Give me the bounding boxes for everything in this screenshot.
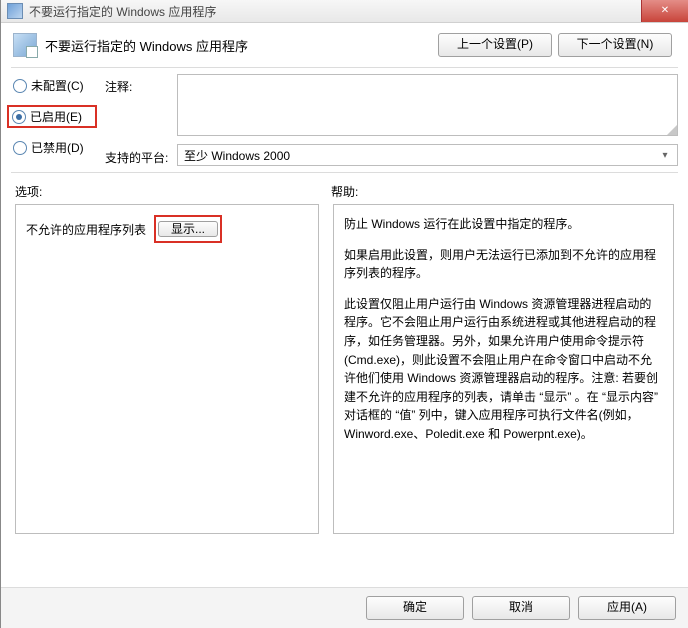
comment-textarea[interactable] (177, 74, 678, 136)
show-button[interactable]: 显示... (158, 221, 218, 237)
platform-row: 支持的平台: 至少 Windows 2000 ▾ (105, 144, 678, 166)
section-labels: 选项: 帮助: (1, 173, 688, 204)
config-block: 未配置(C) 已启用(E) 已禁用(D) 注释: 支持的平台: 至少 Windo… (1, 68, 688, 172)
platform-select[interactable]: 至少 Windows 2000 ▾ (177, 144, 678, 166)
comment-label: 注释: (105, 74, 169, 95)
window-close-button[interactable]: ✕ (641, 0, 688, 22)
radio-label: 未配置(C) (31, 77, 84, 94)
ok-button[interactable]: 确定 (366, 596, 464, 620)
policy-title: 不要运行指定的 Windows 应用程序 (45, 36, 430, 55)
policy-icon (13, 33, 37, 57)
radio-disabled[interactable]: 已禁用(D) (11, 138, 97, 157)
options-line: 不允许的应用程序列表 显示... (26, 215, 308, 243)
radio-label: 已启用(E) (30, 108, 82, 125)
prev-setting-button[interactable]: 上一个设置(P) (438, 33, 552, 57)
fields: 注释: 支持的平台: 至少 Windows 2000 ▾ (105, 74, 678, 166)
show-button-highlight: 显示... (154, 215, 222, 243)
gp-editor-window: 不要运行指定的 Windows 应用程序 ✕ 不要运行指定的 Windows 应… (0, 0, 688, 628)
cancel-button[interactable]: 取消 (472, 596, 570, 620)
title-bar: 不要运行指定的 Windows 应用程序 ✕ (1, 0, 688, 23)
window-favicon-icon (7, 3, 23, 19)
radio-icon (13, 141, 27, 155)
nav-buttons: 上一个设置(P) 下一个设置(N) (438, 33, 672, 57)
platform-value: 至少 Windows 2000 (184, 147, 290, 164)
apply-button[interactable]: 应用(A) (578, 596, 676, 620)
options-label: 选项: (15, 183, 331, 200)
help-paragraph: 如果启用此设置，则用户无法运行已添加到不允许的应用程序列表的程序。 (344, 246, 663, 283)
comment-row: 注释: (105, 74, 678, 136)
panels: 不允许的应用程序列表 显示... 防止 Windows 运行在此设置中指定的程序… (1, 204, 688, 587)
radio-not-configured[interactable]: 未配置(C) (11, 76, 97, 95)
radio-icon (12, 110, 26, 124)
radio-label: 已禁用(D) (31, 139, 84, 156)
help-panel: 防止 Windows 运行在此设置中指定的程序。 如果启用此设置，则用户无法运行… (333, 204, 674, 534)
footer: 确定 取消 应用(A) (1, 587, 688, 628)
options-panel: 不允许的应用程序列表 显示... (15, 204, 319, 534)
help-label: 帮助: (331, 183, 674, 200)
radio-icon (13, 79, 27, 93)
help-paragraph: 防止 Windows 运行在此设置中指定的程序。 (344, 215, 663, 234)
next-setting-button[interactable]: 下一个设置(N) (558, 33, 672, 57)
header: 不要运行指定的 Windows 应用程序 上一个设置(P) 下一个设置(N) (1, 23, 688, 67)
chevron-down-icon: ▾ (657, 150, 673, 161)
platform-label: 支持的平台: (105, 145, 169, 166)
state-radios: 未配置(C) 已启用(E) 已禁用(D) (11, 74, 97, 166)
radio-enabled[interactable]: 已启用(E) (7, 105, 97, 128)
help-paragraph: 此设置仅阻止用户运行由 Windows 资源管理器进程启动的程序。它不会阻止用户… (344, 295, 663, 444)
window-title: 不要运行指定的 Windows 应用程序 (29, 3, 216, 20)
disallowed-list-label: 不允许的应用程序列表 (26, 221, 146, 238)
